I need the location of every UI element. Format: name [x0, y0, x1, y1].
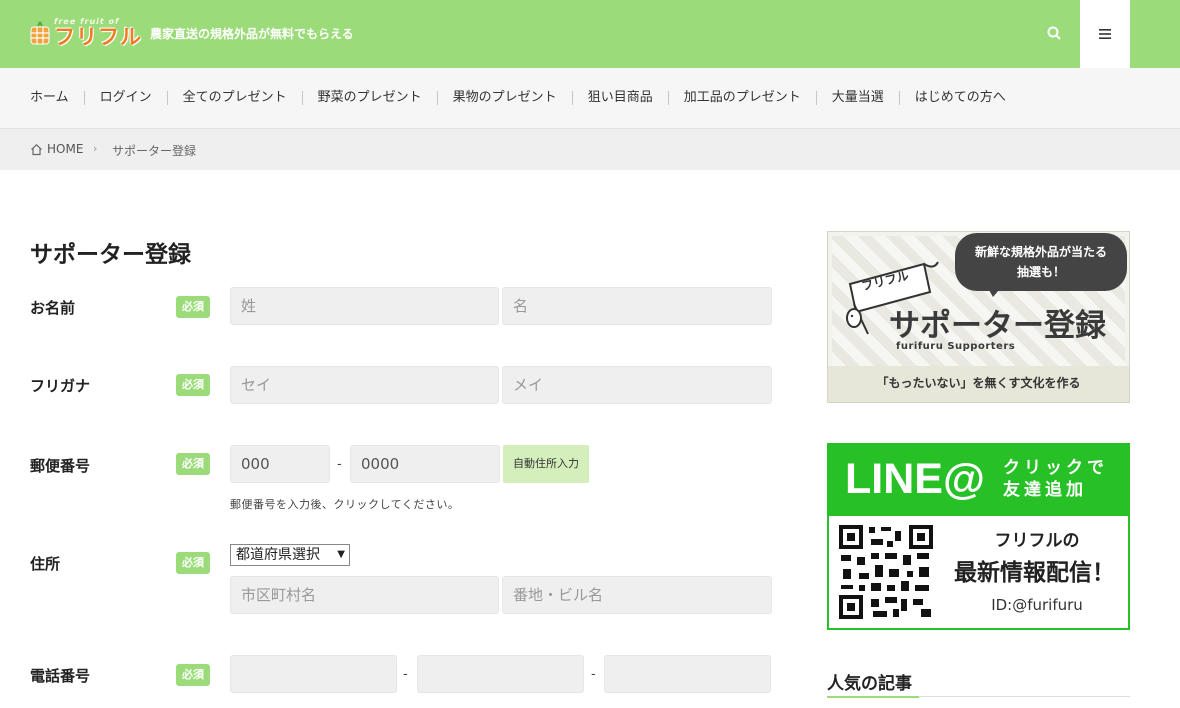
popular-articles-heading: 人気の記事: [827, 674, 912, 694]
street-input[interactable]: 番地・ビル名: [502, 576, 772, 614]
auto-address-button[interactable]: 自動住所入力: [503, 445, 589, 483]
nav-item-home[interactable]: ホーム: [30, 91, 84, 105]
city-input[interactable]: 市区町村名: [230, 576, 499, 614]
line-logo: LINE@: [845, 455, 985, 503]
dropdown-arrow-icon: ▼: [337, 549, 345, 560]
prefecture-selected: 都道府県選択: [236, 547, 320, 563]
postal-hint: 郵便番号を入力後、クリックしてください。: [230, 498, 460, 511]
supporter-banner-subtitle: furifuru Supporters: [896, 341, 1016, 352]
page-title: サポーター登録: [30, 242, 191, 268]
line-banner-id: ID:@furifuru: [991, 596, 1083, 614]
kana-label: フリガナ: [30, 377, 91, 395]
phone-label: 電話番号: [30, 667, 91, 685]
menu-button[interactable]: [1080, 0, 1130, 68]
first-name-input[interactable]: 名: [502, 287, 772, 325]
postal-first-input[interactable]: 000: [230, 445, 330, 483]
required-badge: 必須: [176, 374, 210, 396]
nav-item-vegetables[interactable]: 野菜のプレゼント: [301, 91, 437, 105]
breadcrumb-separator: ›: [93, 142, 98, 155]
supporter-banner-title: サポーター登録: [889, 308, 1106, 344]
last-kana-input[interactable]: セイ: [230, 366, 499, 404]
nav-item-fruits[interactable]: 果物のプレゼント: [436, 91, 572, 105]
qr-code-icon[interactable]: [837, 523, 935, 621]
nav-list: ホーム ログイン 全てのプレゼント 野菜のプレゼント 果物のプレゼント 狙い目商…: [30, 68, 1021, 128]
line-click-text: クリックで 友達追加: [1003, 457, 1108, 501]
supporter-banner-caption: 「もったいない」を無くす文化を作る: [876, 376, 1081, 390]
bubble-line-1: 新鮮な規格外品が当たる: [974, 245, 1107, 259]
speech-bubble-tail: [985, 283, 1005, 297]
nav-item-targets[interactable]: 狙い目商品: [571, 91, 668, 105]
logo-text: フリフル: [54, 25, 142, 49]
breadcrumb-current: サポーター登録: [112, 144, 197, 158]
phone-first-input[interactable]: [230, 655, 397, 693]
speech-bubble-text: 新鮮な規格外品が当たる 抽選も！: [955, 242, 1127, 282]
site-logo[interactable]: free fruit of フリフル: [30, 17, 142, 49]
nav-item-bulk[interactable]: 大量当選: [815, 91, 899, 105]
prefecture-select[interactable]: 都道府県選択 ▼: [230, 544, 350, 566]
nav-item-all-presents[interactable]: 全てのプレゼント: [166, 91, 302, 105]
required-badge: 必須: [176, 296, 210, 318]
basket-logo-icon: [30, 21, 50, 45]
line-click-line-1: クリックで: [1003, 458, 1108, 478]
line-banner-title: フリフルの: [994, 531, 1080, 551]
first-kana-input[interactable]: メイ: [502, 366, 772, 404]
site-header: free fruit of フリフル 農家直送の規格外品が無料でもらえる: [0, 0, 1180, 68]
postal-label: 郵便番号: [30, 457, 91, 475]
global-nav: ホーム ログイン 全てのプレゼント 野菜のプレゼント 果物のプレゼント 狙い目商…: [0, 68, 1180, 129]
phone-second-input[interactable]: [417, 655, 584, 693]
postal-dash: -: [337, 457, 342, 472]
nav-item-beginners[interactable]: はじめての方へ: [898, 91, 1021, 105]
hamburger-icon: [1099, 29, 1111, 39]
required-badge: 必須: [176, 552, 210, 574]
phone-third-input[interactable]: [604, 655, 771, 693]
site-tagline: 農家直送の規格外品が無料でもらえる: [150, 27, 354, 41]
required-badge: 必須: [176, 664, 210, 686]
line-banner-main: 最新情報配信！: [954, 560, 1115, 586]
bubble-line-2: 抽選も！: [1016, 265, 1065, 279]
address-label: 住所: [30, 555, 61, 573]
line-click-line-2: 友達追加: [1003, 480, 1087, 500]
phone-dash: -: [591, 667, 596, 682]
nav-item-processed[interactable]: 加工品のプレゼント: [667, 91, 816, 105]
postal-second-input[interactable]: 0000: [350, 445, 500, 483]
search-icon[interactable]: [1046, 25, 1062, 41]
home-icon[interactable]: [30, 143, 43, 156]
breadcrumb-home-link[interactable]: HOME: [47, 142, 83, 156]
name-label: お名前: [30, 299, 76, 317]
phone-dash: -: [403, 667, 408, 682]
nav-item-login[interactable]: ログイン: [83, 91, 167, 105]
required-badge: 必須: [176, 453, 210, 475]
last-name-input[interactable]: 姓: [230, 287, 499, 325]
heading-accent: [827, 696, 919, 698]
